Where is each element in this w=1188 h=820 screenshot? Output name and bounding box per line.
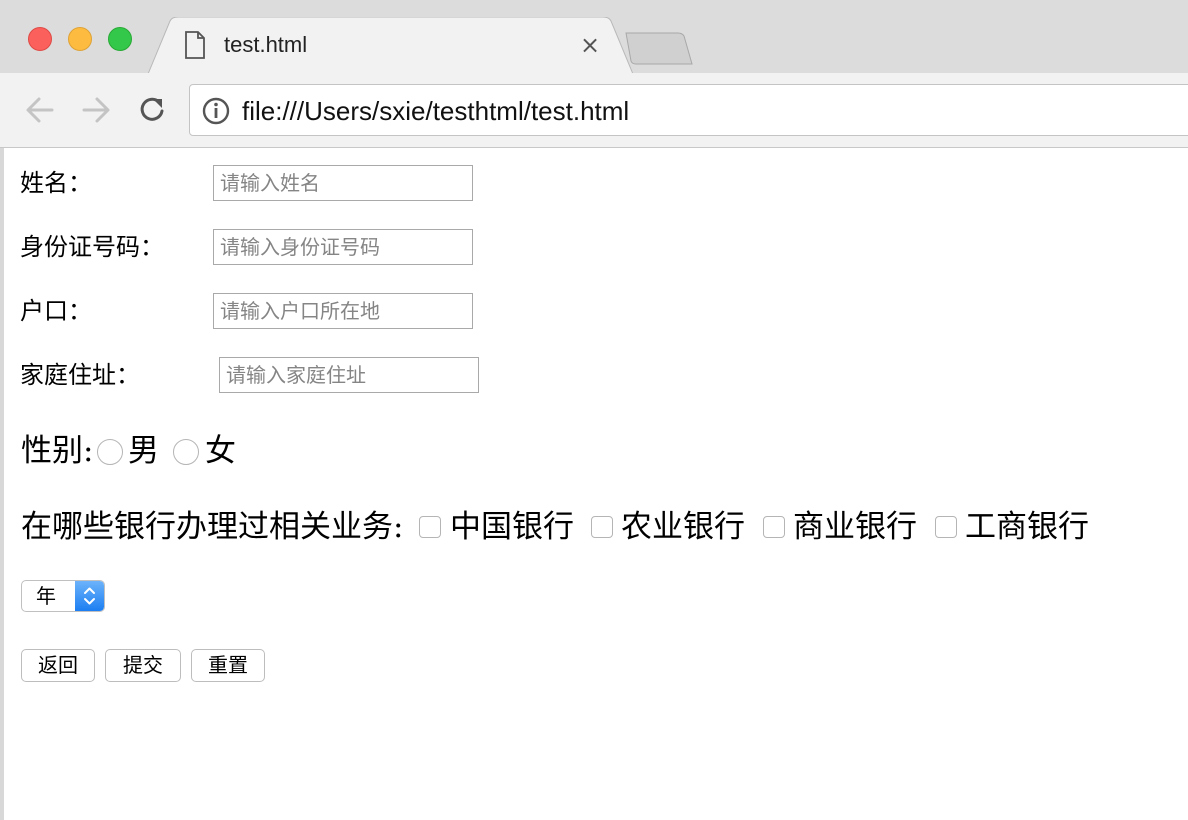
tab-close-icon[interactable]: ×: [578, 33, 602, 57]
gender-label: 性别:: [21, 433, 94, 469]
gender-female-radio[interactable]: [173, 439, 199, 465]
home-address-label: 家庭住址：: [20, 361, 140, 389]
window-zoom-button[interactable]: [108, 27, 132, 51]
year-select-value: 年: [36, 584, 56, 608]
hukou-label: 户口：: [20, 297, 92, 325]
window-close-button[interactable]: [28, 27, 52, 51]
banks-label: 在哪些银行办理过相关业务:: [21, 509, 404, 545]
tab-title: test.html: [224, 32, 308, 57]
bank-commercial-checkbox[interactable]: [763, 516, 785, 538]
address-url[interactable]: file:///Users/sxie/testhtml/test.html: [242, 94, 629, 128]
name-label: 姓名：: [20, 169, 92, 197]
bank-abc-checkbox[interactable]: [591, 516, 613, 538]
active-tab[interactable]: [148, 17, 633, 74]
id-number-input[interactable]: [213, 229, 473, 265]
submit-button[interactable]: 提交: [105, 649, 181, 682]
bank-boc-label: 中国银行: [450, 509, 574, 545]
page-content: [4, 148, 1188, 820]
select-stepper-icon: [75, 581, 104, 611]
info-icon[interactable]: [202, 97, 230, 125]
bank-icbc-checkbox[interactable]: [935, 516, 957, 538]
name-input[interactable]: [213, 165, 473, 201]
gender-male-label: 男: [128, 433, 159, 469]
bank-boc-checkbox[interactable]: [419, 516, 441, 538]
window-minimize-button[interactable]: [68, 27, 92, 51]
gender-female-label: 女: [205, 433, 236, 469]
new-tab-button[interactable]: [622, 32, 694, 66]
reload-icon[interactable]: [136, 94, 168, 126]
id-number-label: 身份证号码：: [20, 233, 164, 261]
bank-icbc-label: 工商银行: [965, 509, 1089, 545]
hukou-input[interactable]: [213, 293, 473, 329]
back-button[interactable]: 返回: [21, 649, 95, 682]
home-address-input[interactable]: [219, 357, 479, 393]
back-arrow-icon[interactable]: [24, 94, 56, 126]
bank-commercial-label: 商业银行: [793, 509, 917, 545]
gender-male-radio[interactable]: [97, 439, 123, 465]
file-icon: [185, 31, 205, 59]
bank-abc-label: 农业银行: [621, 509, 745, 545]
year-select[interactable]: 年: [21, 580, 105, 612]
reset-button[interactable]: 重置: [191, 649, 265, 682]
forward-arrow-icon[interactable]: [80, 94, 112, 126]
